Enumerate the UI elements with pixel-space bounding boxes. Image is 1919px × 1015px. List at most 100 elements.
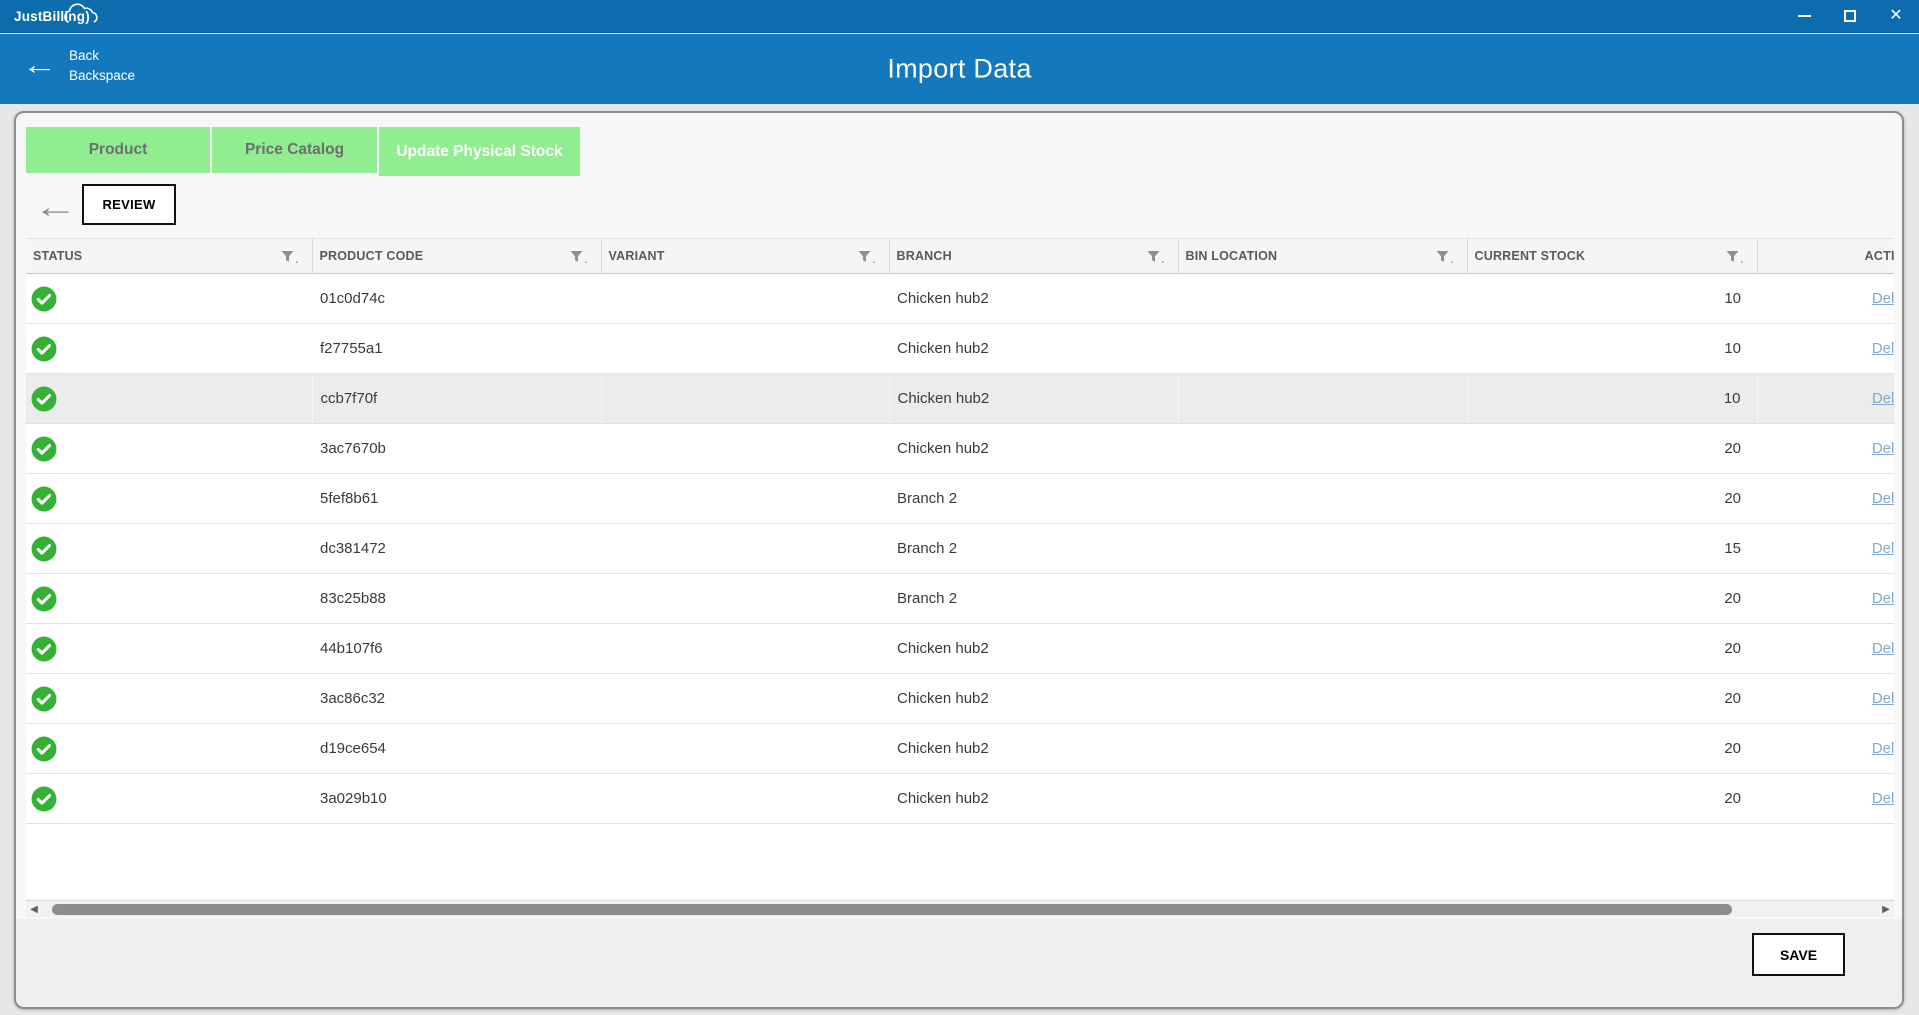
minimize-button[interactable] [1781,0,1827,33]
cell-variant [601,474,889,524]
maximize-button[interactable] [1827,0,1873,33]
delete-link[interactable]: Delete [1872,640,1894,657]
cell-branch: Chicken hub2 [889,724,1178,774]
import-table: STATUS.PRODUCT CODE.VARIANT.BRANCH.BIN L… [26,238,1894,824]
column-header-current-stock[interactable]: CURRENT STOCK. [1467,239,1757,274]
cell-branch: Chicken hub2 [889,324,1178,374]
status-success-icon [31,486,57,512]
cell-bin-location [1178,674,1467,724]
delete-link[interactable]: Delete [1872,590,1894,607]
status-success-icon [31,386,57,412]
cell-status [26,474,312,524]
cell-branch: Branch 2 [889,474,1178,524]
cell-bin-location [1178,524,1467,574]
cell-current-stock: 20 [1467,574,1757,624]
scroll-left-arrow-icon[interactable]: ◀ [26,904,42,915]
cell-action: Delete [1757,474,1894,524]
minimize-icon [1798,15,1811,17]
status-success-icon [31,786,57,812]
filter-funnel-icon[interactable]: . [281,250,298,263]
column-label: VARIANT [609,249,665,263]
cell-branch: Chicken hub2 [889,774,1178,824]
table-row[interactable]: 5fef8b61 Branch 2 20 Delete [26,474,1894,524]
cell-product-code: 01c0d74c [312,274,601,324]
justbilling-logo: JustBilling) [14,9,90,24]
filter-funnel-icon[interactable]: . [1436,250,1453,263]
status-success-icon [31,436,57,462]
cell-bin-location [1178,424,1467,474]
delete-link[interactable]: Delete [1872,390,1894,407]
cell-current-stock: 20 [1467,774,1757,824]
cell-current-stock: 20 [1467,724,1757,774]
cell-current-stock: 20 [1467,474,1757,524]
table-row[interactable]: f27755a1Chicken hub210Delete [26,324,1894,374]
table-row[interactable]: dc381472Branch 215Delete [26,524,1894,574]
cell-variant [601,274,889,324]
filter-funnel-icon[interactable]: . [1147,250,1164,263]
delete-link[interactable]: Delete [1872,290,1894,307]
page-title: Import Data [0,54,1919,85]
table-row[interactable]: 44b107f6Chicken hub220Delete [26,624,1894,674]
status-success-icon [31,636,57,662]
data-grid-viewport: STATUS.PRODUCT CODE.VARIANT.BRANCH.BIN L… [26,238,1894,898]
column-label: CURRENT STOCK [1475,249,1586,263]
delete-link[interactable]: Delete [1872,440,1894,457]
scroll-right-arrow-icon[interactable]: ▶ [1878,904,1894,915]
table-row[interactable]: 3ac86c32Chicken hub220Delete [26,674,1894,724]
table-row[interactable]: ccb7f70fChicken hub210Delete [26,374,1894,424]
cell-branch: Chicken hub2 [889,424,1178,474]
cell-action: Delete [1757,574,1894,624]
column-header-variant[interactable]: VARIANT. [601,239,889,274]
cell-action: Delete [1757,274,1894,324]
cell-product-code: d19ce654 [312,724,601,774]
filter-funnel-icon[interactable]: . [858,250,875,263]
cell-product-code: 44b107f6 [312,624,601,674]
scrollbar-track[interactable] [42,901,1878,918]
scrollbar-thumb[interactable] [52,904,1732,915]
column-header-branch[interactable]: BRANCH. [889,239,1178,274]
table-row[interactable]: d19ce654 Chicken hub2 20 Delete [26,724,1894,774]
cell-action: Delete [1757,524,1894,574]
column-header-status[interactable]: STATUS. [26,239,312,274]
cell-current-stock: 10 [1467,324,1757,374]
filter-funnel-icon[interactable]: . [1726,250,1743,263]
cell-action: Delete [1757,374,1894,424]
filter-funnel-icon[interactable]: . [570,250,587,263]
cell-variant [601,524,889,574]
status-success-icon [31,736,57,762]
cell-status [26,724,312,774]
column-header-actions[interactable]: ACTIONS [1757,239,1894,274]
delete-link[interactable]: Delete [1872,490,1894,507]
cell-variant [601,774,889,824]
import-data-card: ProductPrice CatalogUpdate Physical Stoc… [14,111,1904,1009]
review-back-arrow-icon[interactable]: ← [33,191,78,225]
review-button[interactable]: REVIEW [82,184,176,225]
tab-product[interactable]: Product [26,127,210,173]
delete-link[interactable]: Delete [1872,740,1894,757]
column-header-bin-location[interactable]: BIN LOCATION. [1178,239,1467,274]
cell-status [26,324,312,374]
cell-status [26,774,312,824]
cell-product-code: 5fef8b61 [312,474,601,524]
delete-link[interactable]: Delete [1872,790,1894,807]
status-success-icon [31,536,57,562]
table-row[interactable]: 3ac7670bChicken hub220Delete [26,424,1894,474]
column-header-product-code[interactable]: PRODUCT CODE. [312,239,601,274]
cell-product-code: 3ac7670b [312,424,601,474]
cell-branch: Branch 2 [889,524,1178,574]
table-row[interactable]: 01c0d74cChicken hub210Delete [26,274,1894,324]
save-button[interactable]: SAVE [1752,933,1845,976]
table-row[interactable]: 83c25b88Branch 220Delete [26,574,1894,624]
tab-price-catalog[interactable]: Price Catalog [212,127,377,173]
tab-update-physical-stock[interactable]: Update Physical Stock [379,127,580,176]
cell-action: Delete [1757,424,1894,474]
close-button[interactable]: ✕ [1873,0,1919,33]
horizontal-scrollbar[interactable]: ◀ ▶ [26,900,1894,917]
table-row[interactable]: 3a029b10Chicken hub220Delete [26,774,1894,824]
column-label: ACTIONS [1865,249,1894,263]
delete-link[interactable]: Delete [1872,540,1894,557]
cell-variant [601,374,889,424]
cell-current-stock: 20 [1467,674,1757,724]
delete-link[interactable]: Delete [1872,340,1894,357]
delete-link[interactable]: Delete [1872,690,1894,707]
